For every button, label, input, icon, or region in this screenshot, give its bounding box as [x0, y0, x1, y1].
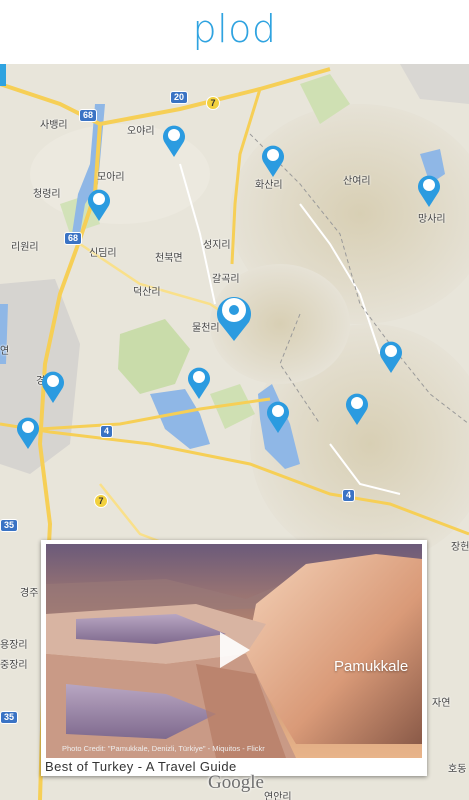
map-pin[interactable]	[186, 364, 212, 400]
app-header: plod	[0, 0, 469, 65]
map-pin[interactable]	[265, 398, 291, 434]
road-shield: 68	[64, 232, 83, 245]
google-attribution-logo: Google	[208, 772, 264, 793]
place-label: 신딤리	[89, 248, 117, 259]
map-pin-icon	[17, 417, 39, 449]
map-pin[interactable]	[40, 368, 66, 404]
map-pin-icon	[262, 145, 284, 177]
place-label: 자연	[432, 698, 451, 709]
road-shield: 35	[0, 711, 19, 724]
map-pin-icon	[380, 341, 402, 373]
place-label: 리원리	[11, 242, 39, 253]
place-label: 호동	[448, 764, 467, 775]
place-label: 망사리	[418, 214, 446, 225]
road-shield: 4	[100, 425, 114, 438]
photo-credit: Photo Credit: "Pamukkale, Denizli, Türki…	[62, 744, 265, 753]
map-pin[interactable]	[378, 338, 404, 374]
road-shield: 68	[79, 109, 98, 122]
place-label: 장헌	[451, 542, 469, 553]
map-pin[interactable]	[416, 172, 442, 208]
place-label: 연안리	[264, 792, 292, 800]
map-pin[interactable]	[260, 142, 286, 178]
video-overlay-label: Pamukkale	[334, 658, 409, 675]
place-label: 중장리	[0, 660, 28, 671]
place-label: 덕산리	[133, 287, 161, 298]
road-shield: 20	[170, 91, 189, 104]
play-button[interactable]	[214, 630, 254, 670]
map-pin-icon	[163, 125, 185, 157]
map-pin-icon	[42, 371, 64, 403]
place-label: 청령리	[33, 189, 61, 200]
place-label: 갈곡리	[212, 274, 240, 285]
map-pin-icon	[418, 175, 440, 207]
map-pin-icon	[346, 393, 368, 425]
map-pin[interactable]	[161, 122, 187, 158]
map-pin-icon	[267, 401, 289, 433]
road-shield: 7	[206, 96, 220, 110]
map-edge-handle[interactable]	[0, 64, 6, 86]
map-pin[interactable]	[344, 390, 370, 426]
road-shield: 7	[94, 494, 108, 508]
map-pin-icon	[188, 367, 210, 399]
map-pin[interactable]	[15, 414, 41, 450]
app-logo: plod	[192, 7, 277, 51]
video-card[interactable]: Pamukkale Photo Credit: "Pamukkale, Deni…	[41, 540, 427, 776]
map-pin[interactable]	[86, 186, 112, 222]
place-label: 연	[0, 346, 10, 357]
place-label: 경주	[20, 588, 39, 599]
place-label: 화산리	[255, 180, 283, 191]
place-label: 천북면	[155, 253, 183, 264]
play-icon	[220, 632, 250, 668]
video-thumbnail[interactable]: Pamukkale Photo Credit: "Pamukkale, Deni…	[46, 544, 422, 758]
map-pin-selected-icon	[217, 297, 251, 341]
road-shield: 35	[0, 519, 19, 532]
place-label: 오야리	[127, 126, 155, 137]
map-pin-selected[interactable]	[214, 290, 254, 342]
road-shield: 4	[342, 489, 356, 502]
place-label: 성지리	[203, 240, 231, 251]
place-label: 모아리	[97, 172, 125, 183]
place-label: 용장리	[0, 640, 28, 651]
place-label: 산여리	[343, 176, 371, 187]
map-pin-icon	[88, 189, 110, 221]
place-label: 사뱅리	[40, 120, 68, 131]
